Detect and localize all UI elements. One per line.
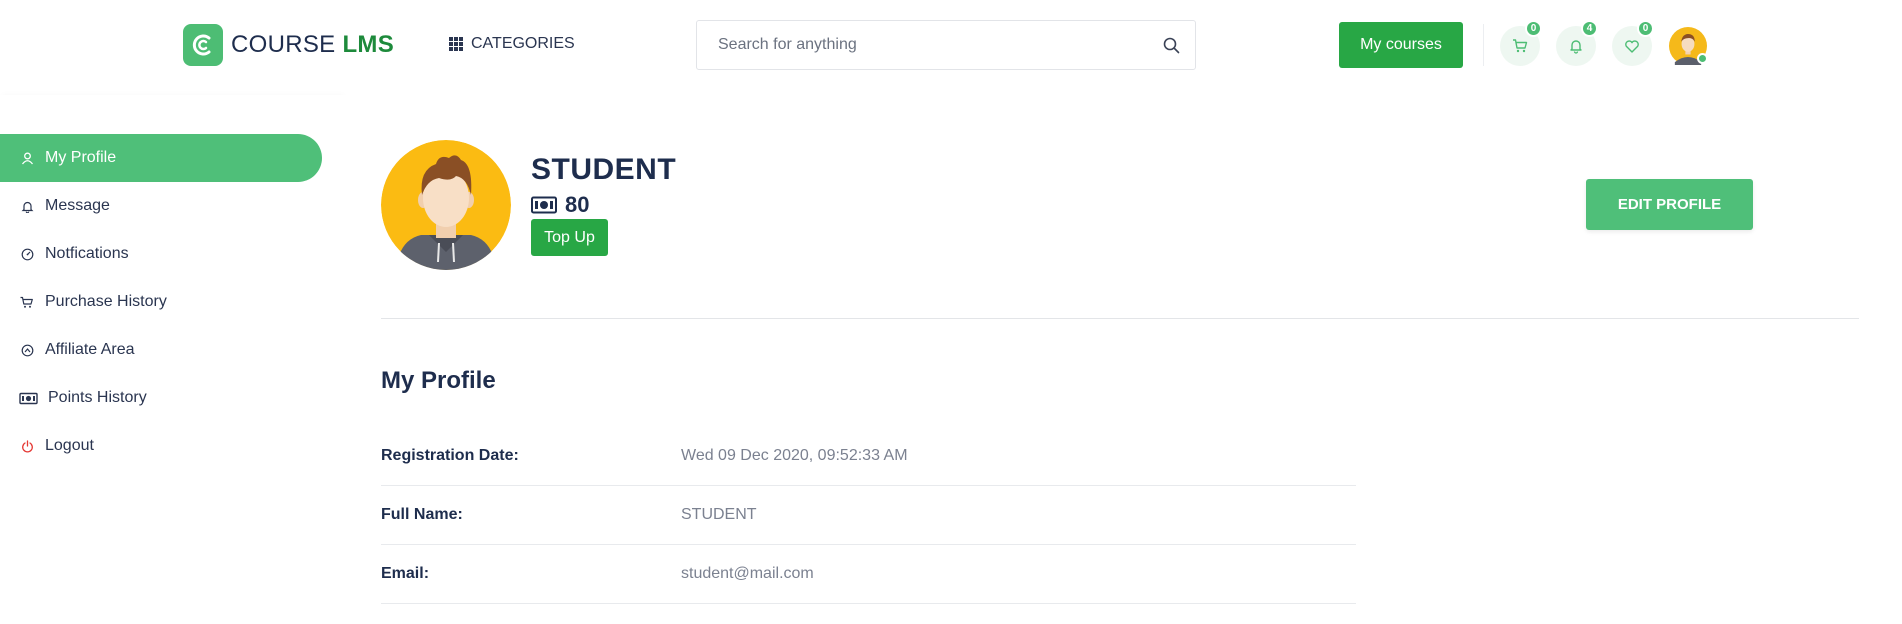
online-status-dot bbox=[1697, 53, 1708, 64]
money-icon bbox=[531, 196, 557, 214]
logo[interactable]: COURSE LMS bbox=[183, 24, 394, 66]
avatar-icon bbox=[381, 140, 511, 270]
user-avatar[interactable] bbox=[1669, 27, 1708, 65]
info-row-email: Email: student@mail.com bbox=[381, 545, 1356, 604]
points-value: 80 bbox=[565, 192, 590, 217]
profile-avatar bbox=[381, 140, 511, 270]
dashboard-icon bbox=[19, 246, 35, 262]
edit-profile-button[interactable]: EDIT PROFILE bbox=[1586, 179, 1753, 230]
sidebar-item-purchase-history[interactable]: Purchase History bbox=[0, 278, 322, 326]
sidebar-item-label: Notfications bbox=[45, 245, 129, 262]
notifications-button[interactable]: 4 bbox=[1556, 20, 1598, 66]
cart-icon bbox=[19, 294, 35, 310]
header-divider bbox=[1483, 24, 1484, 66]
cart-icon bbox=[1513, 39, 1528, 53]
my-courses-button[interactable]: My courses bbox=[1339, 22, 1463, 68]
bell-icon bbox=[1570, 40, 1582, 54]
money-icon bbox=[19, 390, 38, 406]
section-title: My Profile bbox=[381, 367, 496, 394]
wishlist-button[interactable]: 0 bbox=[1612, 20, 1654, 66]
info-row-full-name: Full Name: STUDENT bbox=[381, 486, 1356, 545]
sidebar-item-points-history[interactable]: Points History bbox=[0, 374, 322, 422]
sidebar-item-message[interactable]: Message bbox=[0, 182, 322, 230]
categories-menu[interactable]: CATEGORIES bbox=[449, 35, 575, 53]
logo-text: COURSE LMS bbox=[231, 31, 394, 59]
user-icon bbox=[19, 150, 35, 166]
sidebar-item-label: Logout bbox=[45, 437, 94, 454]
search-icon[interactable] bbox=[1163, 37, 1180, 54]
wishlist-count-badge: 0 bbox=[1637, 20, 1654, 37]
search-input[interactable] bbox=[697, 21, 1195, 69]
info-value: Wed 09 Dec 2020, 09:52:33 AM bbox=[681, 447, 908, 464]
info-value: student@mail.com bbox=[681, 565, 814, 582]
power-icon bbox=[19, 438, 35, 454]
sidebar-item-logout[interactable]: Logout bbox=[0, 422, 322, 470]
sidebar-item-affiliate-area[interactable]: Affiliate Area bbox=[0, 326, 322, 374]
section-divider bbox=[381, 318, 1859, 319]
info-label: Registration Date: bbox=[381, 447, 519, 464]
header: COURSE LMS CATEGORIES My courses 0 4 bbox=[0, 0, 1902, 95]
grid-icon bbox=[449, 37, 463, 51]
sidebar-item-label: My Profile bbox=[45, 149, 117, 166]
search-box bbox=[696, 20, 1196, 70]
top-up-button[interactable]: Top Up bbox=[531, 219, 608, 256]
info-label: Email: bbox=[381, 565, 430, 582]
heart-icon bbox=[1625, 40, 1639, 53]
info-label: Full Name: bbox=[381, 506, 463, 523]
sidebar-item-notifications[interactable]: Notfications bbox=[0, 230, 322, 278]
cart-button[interactable]: 0 bbox=[1500, 20, 1542, 66]
sidebar-item-label: Purchase History bbox=[45, 293, 167, 310]
student-name: STUDENT bbox=[531, 153, 677, 186]
points-balance: 80 bbox=[531, 192, 589, 218]
info-value: STUDENT bbox=[681, 506, 757, 523]
logo-prefix: COURSE bbox=[231, 31, 336, 58]
sidebar-item-my-profile[interactable]: My Profile bbox=[0, 134, 322, 182]
categories-label: CATEGORIES bbox=[471, 35, 575, 52]
notifications-count-badge: 4 bbox=[1581, 20, 1598, 37]
logo-suffix: LMS bbox=[342, 31, 395, 58]
cart-count-badge: 0 bbox=[1525, 20, 1542, 37]
sidebar-item-label: Affiliate Area bbox=[45, 341, 135, 358]
sidebar-item-label: Points History bbox=[48, 389, 147, 406]
sidebar-item-label: Message bbox=[45, 197, 110, 214]
affiliate-icon bbox=[19, 342, 35, 358]
logo-icon bbox=[183, 24, 223, 66]
bell-icon bbox=[19, 198, 35, 214]
info-row-registration-date: Registration Date: Wed 09 Dec 2020, 09:5… bbox=[381, 427, 1356, 486]
